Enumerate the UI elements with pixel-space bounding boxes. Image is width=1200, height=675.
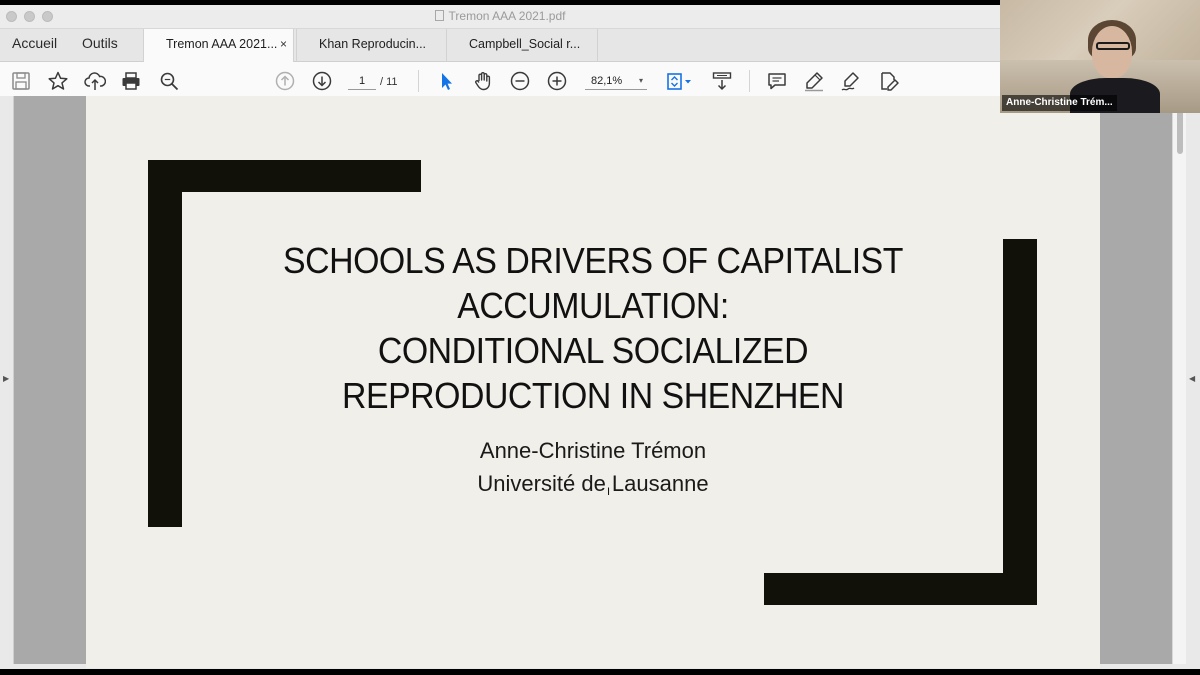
main-toolbar: / 11 82,1% ▾ bbox=[0, 62, 1000, 100]
fit-page-icon[interactable] bbox=[664, 70, 696, 92]
slide-title-line: SCHOOLS AS DRIVERS OF CAPITALIST bbox=[283, 240, 903, 281]
tab-label: Campbell_Social r... bbox=[469, 37, 581, 51]
close-tab-icon[interactable]: × bbox=[280, 29, 287, 60]
slide-author-block: Anne-Christine Trémon Université de Laus… bbox=[336, 434, 850, 500]
chevron-down-icon: ▾ bbox=[638, 76, 643, 85]
print-icon[interactable] bbox=[120, 70, 142, 92]
scroll-mode-icon[interactable] bbox=[711, 70, 733, 92]
document-title: Tremon AAA 2021.pdf bbox=[0, 5, 1000, 29]
frame-top-left-vertical bbox=[148, 160, 182, 527]
zoom-in-icon[interactable] bbox=[546, 70, 568, 92]
participant-glasses bbox=[1096, 42, 1130, 50]
slide-affiliation: Université de Lausanne bbox=[477, 471, 709, 496]
zoom-level-dropdown[interactable]: 82,1% ▾ bbox=[585, 72, 647, 90]
slide-title: SCHOOLS AS DRIVERS OF CAPITALIST ACCUMUL… bbox=[257, 238, 928, 418]
zoom-out-icon[interactable] bbox=[509, 70, 531, 92]
tab-tremon[interactable]: Tremon AAA 2021... × bbox=[143, 29, 294, 62]
cursor-arrow-icon[interactable] bbox=[435, 70, 457, 92]
frame-top-left-horizontal bbox=[148, 160, 421, 192]
pdf-file-icon bbox=[434, 10, 444, 21]
vertical-scrollbar[interactable] bbox=[1172, 96, 1186, 664]
search-icon[interactable] bbox=[158, 70, 180, 92]
chevron-right-icon: ▶ bbox=[3, 374, 10, 383]
slide-title-line: REPRODUCTION IN SHENZHEN bbox=[342, 375, 844, 416]
document-title-text: Tremon AAA 2021.pdf bbox=[448, 9, 566, 23]
highlighter-icon[interactable] bbox=[803, 70, 825, 92]
arrow-up-circle-icon[interactable] bbox=[274, 70, 296, 92]
tab-label: Khan Reproducin... bbox=[319, 37, 427, 51]
frame-bottom-right-vertical bbox=[1003, 239, 1037, 605]
left-panel-toggle[interactable]: ▶ bbox=[0, 96, 14, 664]
scrollbar-thumb[interactable] bbox=[1177, 110, 1183, 154]
page-total: / 11 bbox=[380, 76, 398, 88]
slide-title-line: ACCUMULATION: bbox=[457, 285, 729, 326]
right-panel-toggle[interactable]: ◀ bbox=[1186, 96, 1200, 664]
page-number-input[interactable] bbox=[348, 72, 376, 90]
tab-campbell[interactable]: Campbell_Social r... bbox=[446, 29, 598, 62]
tab-label: Tremon AAA 2021... bbox=[166, 37, 278, 51]
toolbar-divider bbox=[749, 70, 750, 92]
sign-icon[interactable] bbox=[840, 70, 862, 92]
nav-tools-link[interactable]: Outils bbox=[82, 29, 118, 62]
tab-khan[interactable]: Khan Reproducin... bbox=[296, 29, 446, 62]
star-icon[interactable] bbox=[47, 70, 69, 92]
save-icon[interactable] bbox=[10, 70, 32, 92]
text-cursor-icon: I bbox=[607, 486, 611, 498]
title-bar: Tremon AAA 2021.pdf bbox=[0, 5, 1000, 29]
screen-bottom-border bbox=[0, 669, 1200, 675]
comment-icon[interactable] bbox=[766, 70, 788, 92]
participant-face bbox=[1092, 26, 1132, 78]
frame-bottom-right-horizontal bbox=[764, 573, 1037, 605]
slide-title-line: CONDITIONAL SOCIALIZED bbox=[377, 330, 809, 371]
pdf-page: SCHOOLS AS DRIVERS OF CAPITALIST ACCUMUL… bbox=[86, 96, 1100, 668]
zoom-level-value: 82,1% bbox=[591, 75, 623, 87]
cloud-upload-icon[interactable] bbox=[84, 70, 106, 92]
chevron-left-icon: ◀ bbox=[1189, 374, 1196, 383]
nav-home-link[interactable]: Accueil bbox=[12, 29, 57, 62]
edit-pdf-icon[interactable] bbox=[877, 70, 899, 92]
arrow-down-circle-icon[interactable] bbox=[311, 70, 333, 92]
tab-bar: Accueil Outils Tremon AAA 2021... × Khan… bbox=[0, 29, 1000, 62]
hand-icon[interactable] bbox=[472, 70, 494, 92]
slide-author: Anne-Christine Trémon bbox=[479, 438, 707, 463]
participant-name-label: Anne-Christine Trém... bbox=[1002, 95, 1117, 111]
toolbar-divider bbox=[418, 70, 419, 92]
